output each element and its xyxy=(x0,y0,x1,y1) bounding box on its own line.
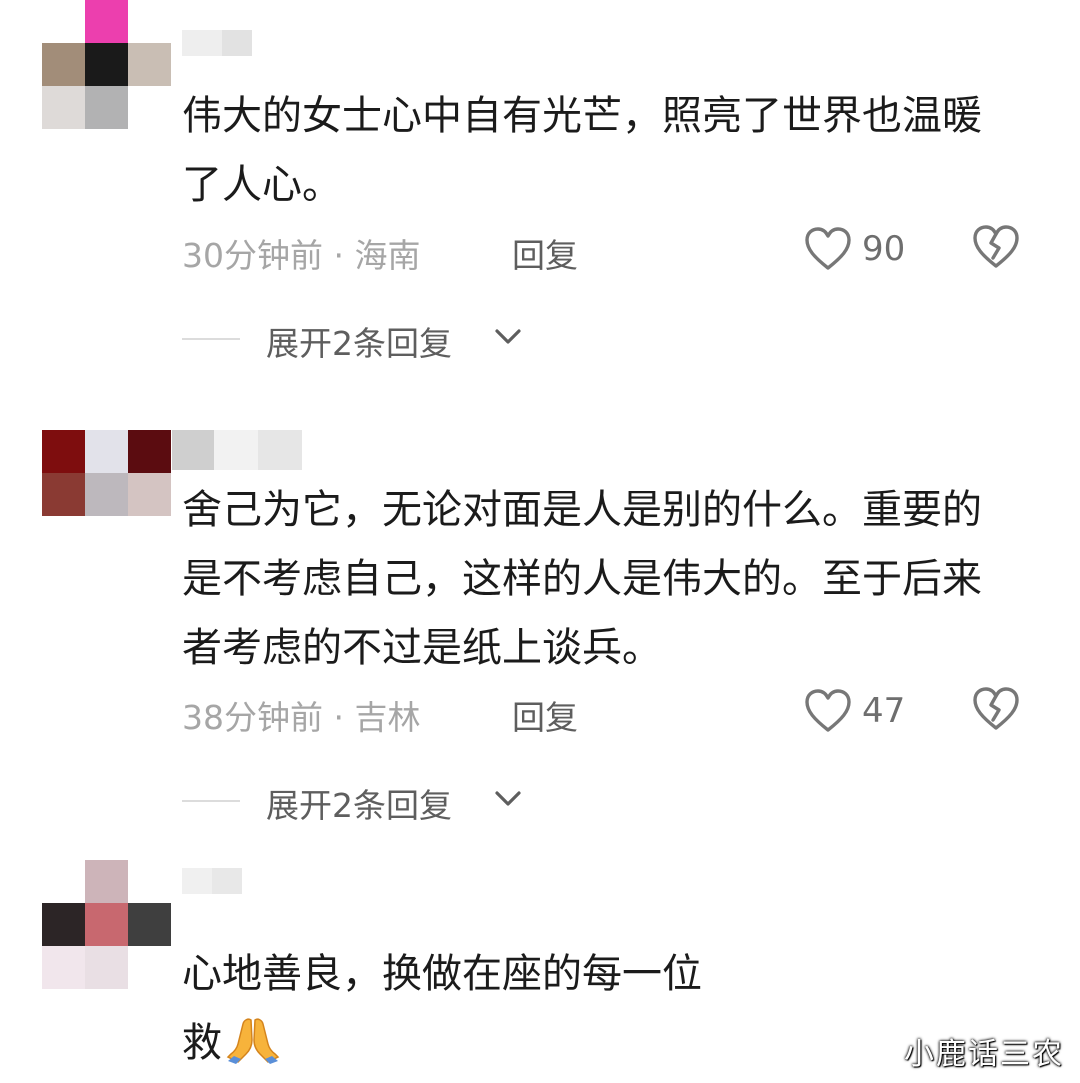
praying-hands-emoji xyxy=(226,1018,280,1064)
expand-replies-button[interactable]: 展开2条回复 xyxy=(182,316,582,363)
heart-icon xyxy=(805,227,851,270)
username-blurred[interactable] xyxy=(182,868,242,894)
username-blurred[interactable] xyxy=(172,430,302,470)
avatar[interactable] xyxy=(42,860,171,989)
watermark: 小鹿话三农 xyxy=(904,1037,1064,1072)
divider xyxy=(182,800,240,802)
like-count: 47 xyxy=(862,691,906,731)
chevron-down-icon xyxy=(495,791,521,806)
comment-meta: 38分钟前 · 吉林 回复 47 xyxy=(182,686,1042,739)
dislike-button[interactable] xyxy=(972,686,1022,736)
broken-heart-icon xyxy=(973,687,1019,730)
avatar[interactable] xyxy=(42,0,171,129)
comment-text: 舍己为它，无论对面是人是别的什么。重要的是不考虑自己，这样的人是伟大的。至于后来… xyxy=(182,487,982,671)
broken-heart-icon xyxy=(973,225,1019,268)
chevron-down-icon xyxy=(495,329,521,344)
dislike-button[interactable] xyxy=(972,224,1022,274)
username-blurred[interactable] xyxy=(182,30,262,56)
comment-text: 心地善良，换做在座的每一位 救 xyxy=(182,940,1012,1078)
comment-text: 伟大的女士心中自有光芒，照亮了世界也温暖了人心。 xyxy=(182,93,982,208)
reply-button[interactable]: 回复 xyxy=(512,229,578,277)
expand-replies-label: 展开2条回复 xyxy=(266,324,452,363)
timestamp-location: 30分钟前 · 海南 xyxy=(182,236,421,275)
divider xyxy=(182,338,240,340)
expand-replies-button[interactable]: 展开2条回复 xyxy=(182,778,582,825)
comment-text-line2: 救 xyxy=(182,1020,222,1066)
heart-icon xyxy=(805,689,851,732)
comment-meta: 30分钟前 · 海南 回复 90 xyxy=(182,224,1042,277)
avatar[interactable] xyxy=(42,430,171,516)
reply-button[interactable]: 回复 xyxy=(512,691,578,739)
comment-text-line1: 心地善良，换做在座的每一位 xyxy=(182,951,702,997)
like-count: 90 xyxy=(862,229,906,269)
expand-replies-label: 展开2条回复 xyxy=(266,786,452,825)
timestamp-location: 38分钟前 · 吉林 xyxy=(182,698,421,737)
